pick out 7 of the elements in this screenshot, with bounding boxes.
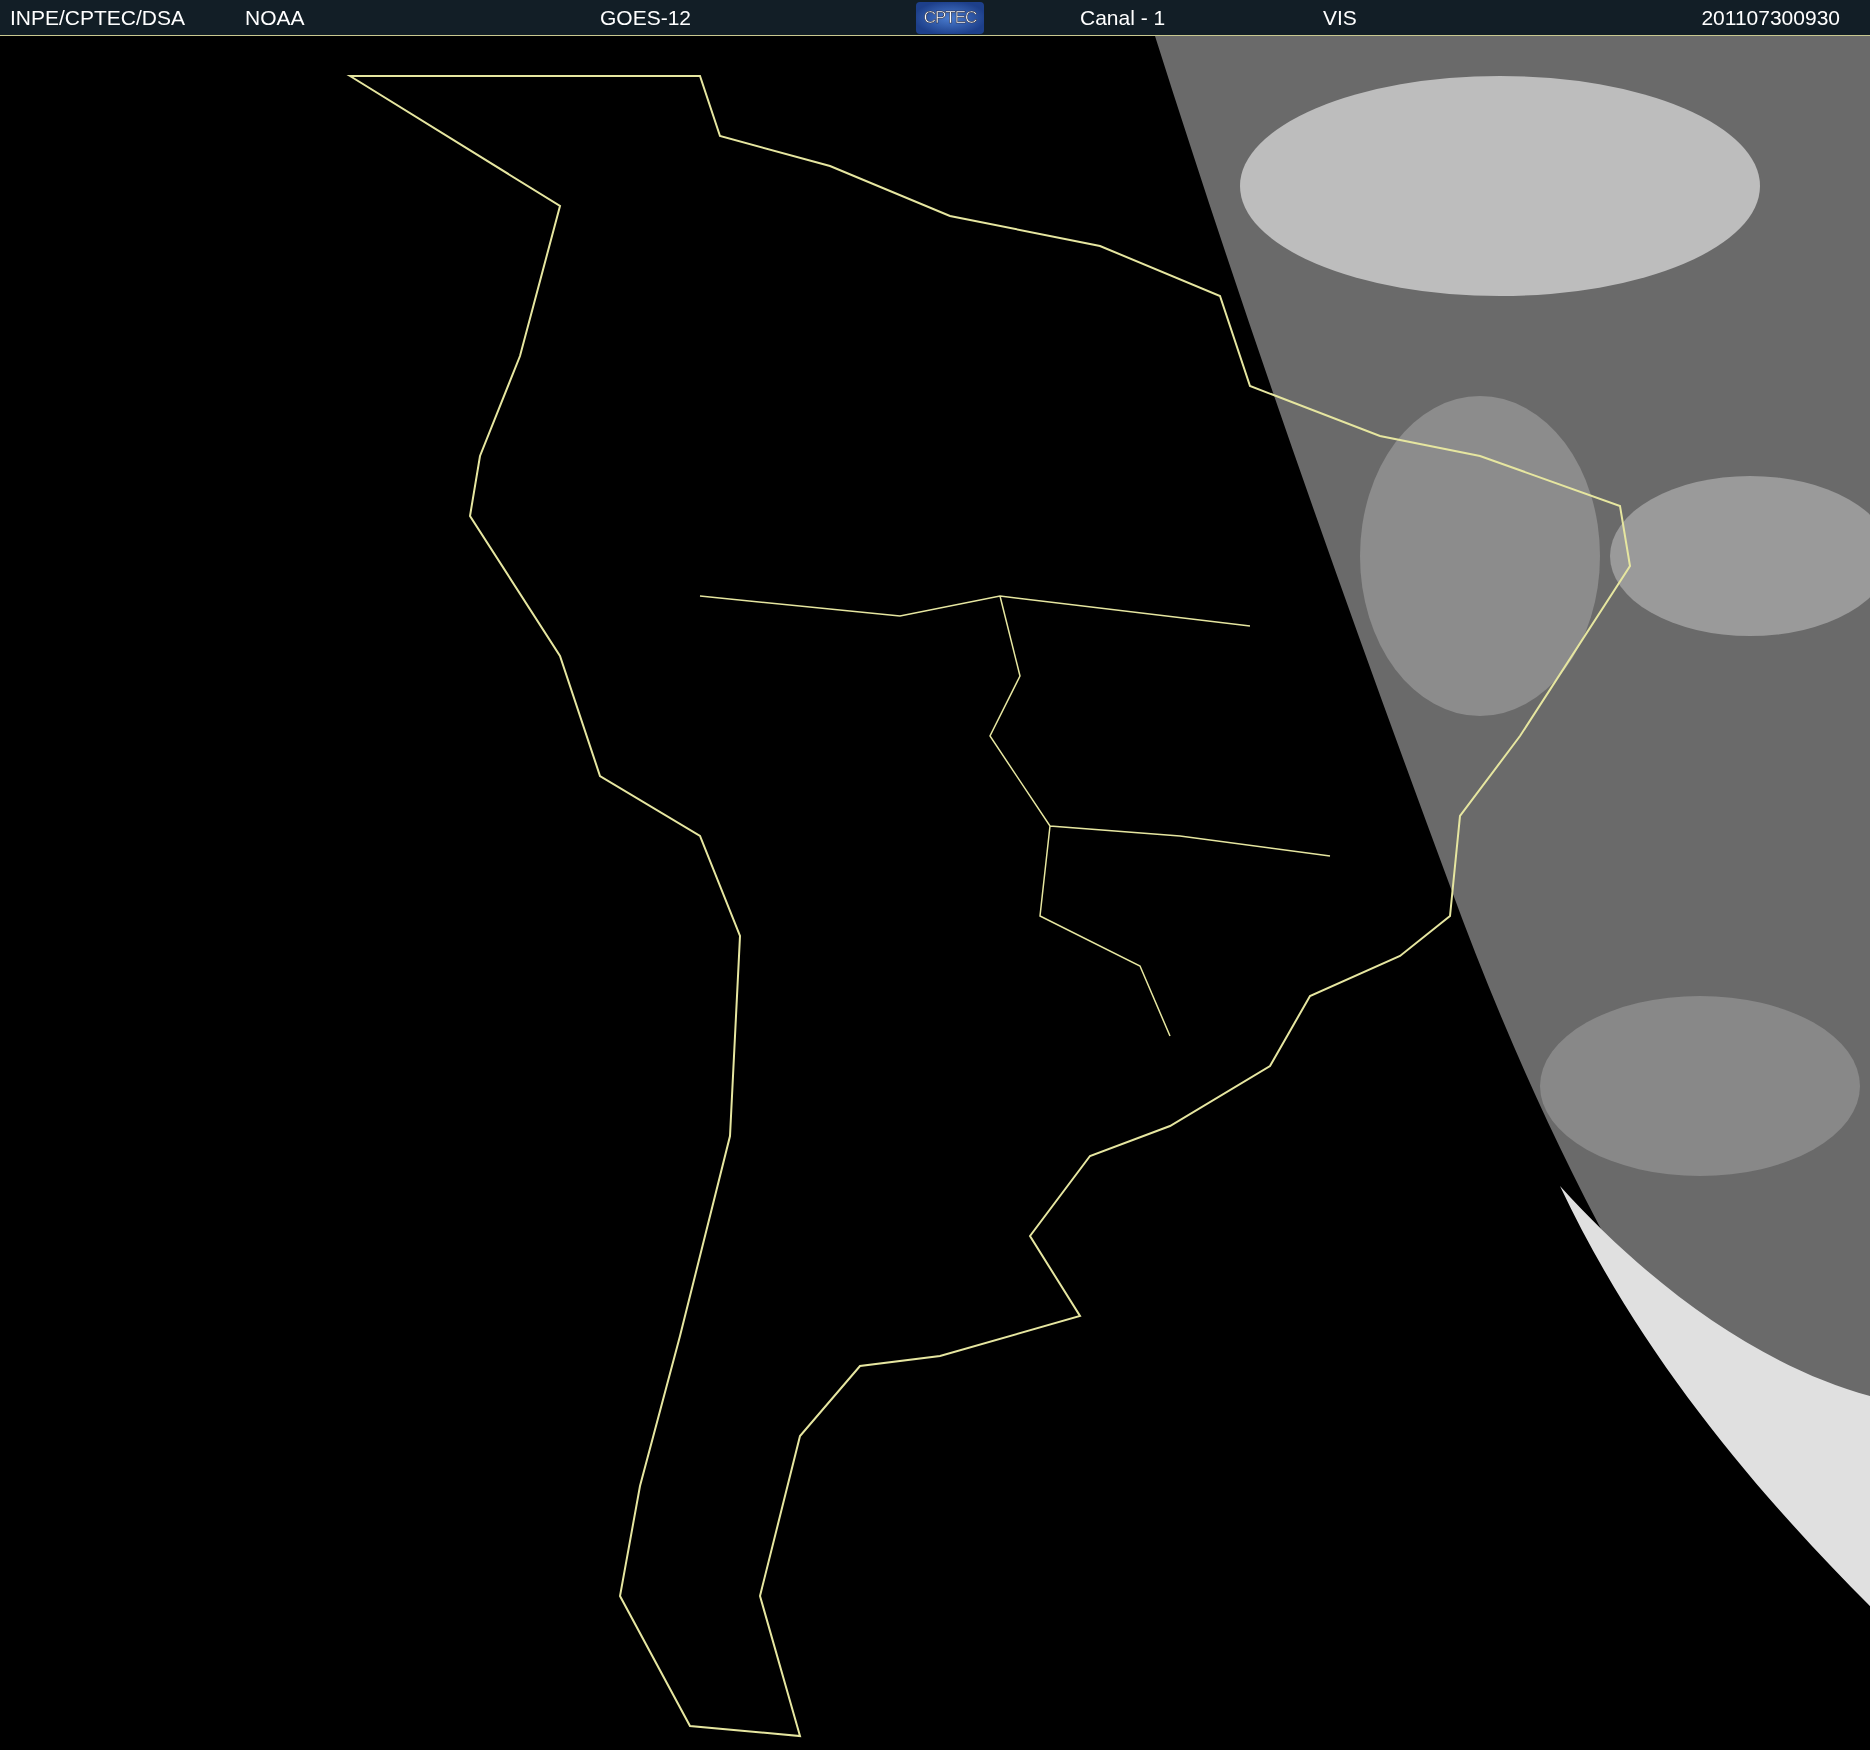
logo: CPTEC bbox=[916, 1, 984, 34]
header-label: INPE/CPTEC/DSA bbox=[10, 5, 187, 30]
band-label: VIS bbox=[1323, 5, 1357, 30]
channel-label: Canal - 1 bbox=[1080, 5, 1167, 30]
header-label: NOAA bbox=[245, 5, 306, 30]
timestamp: 201107300930 bbox=[1701, 5, 1840, 30]
header-label: GOES-12 bbox=[600, 5, 693, 30]
